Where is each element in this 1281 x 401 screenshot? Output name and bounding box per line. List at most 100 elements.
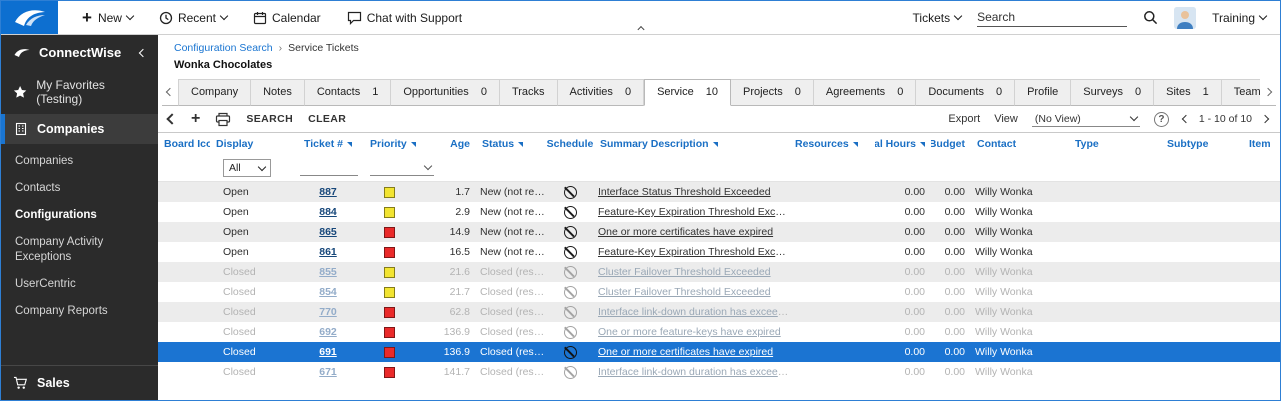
no-schedule-icon[interactable] xyxy=(564,286,577,299)
tab[interactable]: Surveys0 xyxy=(1071,79,1154,106)
ticket-link[interactable]: 861 xyxy=(319,246,337,258)
new-ticket-button[interactable]: + xyxy=(191,111,200,127)
no-schedule-icon[interactable] xyxy=(564,186,577,199)
view-dropdown[interactable]: (No View) xyxy=(1032,112,1140,127)
tab[interactable]: Activities0 xyxy=(558,79,645,106)
column-header[interactable]: Contact xyxy=(971,138,1069,150)
export-button[interactable]: Export xyxy=(948,113,980,125)
tab[interactable]: Notes xyxy=(251,79,305,106)
tab[interactable]: Team0 xyxy=(1222,79,1260,106)
sidebar-item-companies-module[interactable]: Companies xyxy=(1,114,158,144)
calendar-button[interactable]: Calendar xyxy=(253,11,321,25)
column-header[interactable]: Age xyxy=(442,138,476,150)
ticket-link[interactable]: 854 xyxy=(319,286,337,298)
ticket-row[interactable]: Closed 671 141.7 Closed (resolv... Inter… xyxy=(158,362,1280,382)
ticket-link[interactable]: 691 xyxy=(319,346,337,358)
help-button[interactable]: ? xyxy=(1154,112,1169,127)
ticket-row[interactable]: Open 865 14.9 New (not resp... One or mo… xyxy=(158,222,1280,242)
ticket-link[interactable]: 887 xyxy=(319,186,337,198)
column-header[interactable]: Status xyxy=(476,138,546,150)
sidebar-subitem[interactable]: Companies xyxy=(1,148,158,175)
column-header[interactable]: Total Hours xyxy=(875,138,931,150)
no-schedule-icon[interactable] xyxy=(564,326,577,339)
recent-menu[interactable]: Recent xyxy=(159,11,227,25)
summary-link[interactable]: Interface Status Threshold Exceeded xyxy=(598,186,771,198)
ticket-row[interactable]: Closed 692 136.9 Closed (resolv... One o… xyxy=(158,322,1280,342)
ticket-link[interactable]: 865 xyxy=(319,226,337,238)
ticket-row[interactable]: Closed 770 62.8 Closed (resolv... Interf… xyxy=(158,302,1280,322)
column-header[interactable]: Budget xyxy=(931,138,971,150)
ticket-link[interactable]: 770 xyxy=(319,306,337,318)
global-search-button[interactable] xyxy=(1143,10,1158,25)
user-menu[interactable]: Training xyxy=(1212,11,1266,25)
back-button[interactable] xyxy=(168,115,176,123)
tab[interactable]: Sites1 xyxy=(1154,79,1222,106)
no-schedule-icon[interactable] xyxy=(564,246,577,259)
sidebar-subitem[interactable]: Configurations xyxy=(1,202,158,229)
no-schedule-icon[interactable] xyxy=(564,366,577,379)
tab[interactable]: Opportunities0 xyxy=(391,79,500,106)
tab[interactable]: Profile xyxy=(1015,79,1071,106)
no-schedule-icon[interactable] xyxy=(564,346,577,359)
filter-triangle-icon[interactable] xyxy=(347,142,352,147)
filter-triangle-icon[interactable] xyxy=(411,142,416,147)
ticket-link[interactable]: 671 xyxy=(319,366,337,378)
display-filter-dropdown[interactable]: All xyxy=(223,159,271,177)
breadcrumb-parent-link[interactable]: Configuration Search xyxy=(174,42,273,54)
tickets-search-scope[interactable]: Tickets xyxy=(913,11,962,25)
column-header[interactable]: Ticket # xyxy=(292,138,364,150)
tab[interactable]: Service10 xyxy=(644,79,731,106)
column-header[interactable]: Item xyxy=(1243,138,1280,150)
column-header[interactable]: Schedule xyxy=(546,138,594,150)
collapse-header-button[interactable] xyxy=(638,24,643,32)
column-header[interactable]: Subtype xyxy=(1161,138,1243,150)
no-schedule-icon[interactable] xyxy=(564,266,577,279)
ticket-row[interactable]: Open 887 1.7 New (not resp... Interface … xyxy=(158,182,1280,202)
no-schedule-icon[interactable] xyxy=(564,306,577,319)
tabs-scroll-right[interactable] xyxy=(1260,79,1276,106)
summary-link[interactable]: Feature-Key Expiration Threshold Exceede… xyxy=(598,206,789,218)
column-header[interactable]: Display xyxy=(210,138,292,150)
summary-link[interactable]: One or more certificates have expired xyxy=(598,226,773,238)
summary-link[interactable]: One or more feature-keys have expired xyxy=(598,326,781,338)
filter-triangle-icon[interactable] xyxy=(853,142,858,147)
avatar[interactable] xyxy=(1174,7,1196,29)
next-page-button[interactable] xyxy=(1261,115,1269,123)
ticket-row[interactable]: Closed 855 21.6 Closed (resolv... Cluste… xyxy=(158,262,1280,282)
summary-link[interactable]: One or more certificates have expired xyxy=(598,346,773,358)
ticket-row[interactable]: Open 884 2.9 New (not resp... Feature-Ke… xyxy=(158,202,1280,222)
previous-page-button[interactable] xyxy=(1182,115,1190,123)
tab[interactable]: Agreements0 xyxy=(814,79,916,106)
chat-support-button[interactable]: Chat with Support xyxy=(347,11,462,25)
collapse-sidebar-icon[interactable] xyxy=(139,48,147,56)
summary-link[interactable]: Interface link-down duration has exceede… xyxy=(598,366,789,378)
tab[interactable]: Contacts1 xyxy=(305,79,392,106)
column-header[interactable]: Type xyxy=(1069,138,1161,150)
clear-button[interactable]: CLEAR xyxy=(308,113,346,125)
ticket-link[interactable]: 855 xyxy=(319,266,337,278)
new-menu[interactable]: + New xyxy=(82,9,133,26)
sidebar-subitem[interactable]: Contacts xyxy=(1,175,158,202)
column-header[interactable]: Board Icon xyxy=(158,138,210,150)
sidebar-header[interactable]: ConnectWise xyxy=(1,35,158,70)
sidebar-subitem[interactable]: Company Reports xyxy=(1,298,158,325)
ticket-filter-input[interactable] xyxy=(300,160,358,176)
ticket-row[interactable]: Open 861 16.5 New (not resp... Feature-K… xyxy=(158,242,1280,262)
column-header[interactable]: Priority xyxy=(364,138,442,150)
tab[interactable]: Company xyxy=(178,79,251,106)
tab[interactable]: Documents0 xyxy=(916,79,1015,106)
sidebar-item-sales[interactable]: Sales xyxy=(1,365,158,400)
filter-triangle-icon[interactable] xyxy=(518,142,523,147)
summary-link[interactable]: Feature-Key Expiration Threshold Exceede… xyxy=(598,246,789,258)
sidebar-subitem[interactable]: UserCentric xyxy=(1,271,158,298)
summary-link[interactable]: Cluster Failover Threshold Exceeded xyxy=(598,286,771,298)
tab[interactable]: Projects0 xyxy=(731,79,814,106)
summary-link[interactable]: Cluster Failover Threshold Exceeded xyxy=(598,266,771,278)
print-button[interactable] xyxy=(215,112,231,127)
ticket-row[interactable]: Closed 691 136.9 Closed (resolv... One o… xyxy=(158,342,1280,362)
priority-filter-dropdown[interactable] xyxy=(370,160,434,176)
ticket-link[interactable]: 692 xyxy=(319,326,337,338)
ticket-row[interactable]: Closed 854 21.7 Closed (resolv... Cluste… xyxy=(158,282,1280,302)
sidebar-subitem[interactable]: Company Activity Exceptions xyxy=(1,229,158,271)
summary-link[interactable]: Interface link-down duration has exceede… xyxy=(598,306,789,318)
